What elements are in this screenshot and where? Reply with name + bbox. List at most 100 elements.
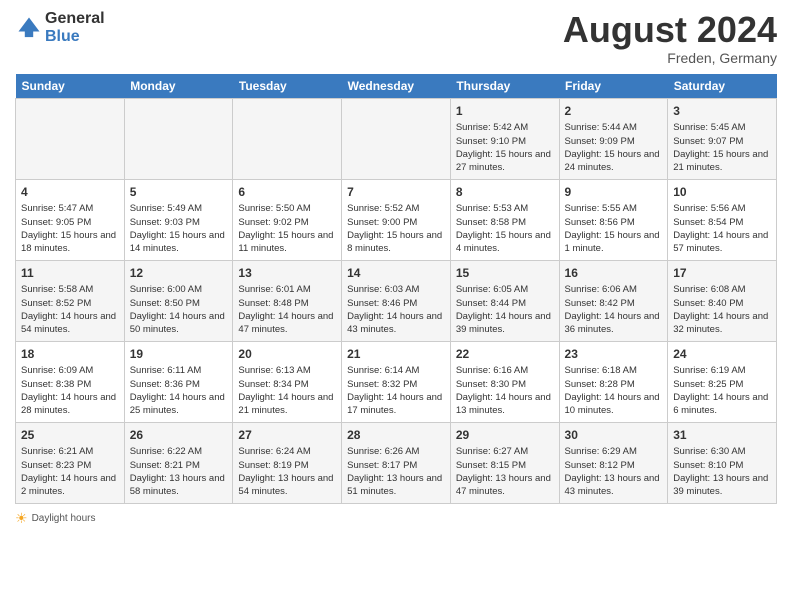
cell-text: Sunset: 8:21 PM — [130, 459, 228, 472]
footer: ☀ Daylight hours — [15, 510, 777, 527]
cell-text: Sunset: 8:23 PM — [21, 459, 119, 472]
cell-text: Sunrise: 5:52 AM — [347, 202, 445, 215]
cell-text: Sunrise: 6:01 AM — [238, 283, 336, 296]
day-number: 19 — [130, 346, 228, 363]
cell-text: Sunrise: 5:50 AM — [238, 202, 336, 215]
calendar-cell: 12Sunrise: 6:00 AMSunset: 8:50 PMDayligh… — [124, 260, 233, 341]
cell-text: Sunset: 9:10 PM — [456, 135, 554, 148]
cell-text: Daylight: 14 hours and 57 minutes. — [673, 229, 771, 256]
cell-text: Sunrise: 6:13 AM — [238, 364, 336, 377]
sun-icon: ☀ — [15, 510, 28, 527]
day-number: 27 — [238, 427, 336, 444]
day-number: 14 — [347, 265, 445, 282]
cell-text: Sunrise: 5:47 AM — [21, 202, 119, 215]
cell-text: Sunset: 8:38 PM — [21, 378, 119, 391]
calendar-cell: 7Sunrise: 5:52 AMSunset: 9:00 PMDaylight… — [342, 179, 451, 260]
cell-text: Daylight: 15 hours and 18 minutes. — [21, 229, 119, 256]
day-number: 24 — [673, 346, 771, 363]
calendar-cell: 11Sunrise: 5:58 AMSunset: 8:52 PMDayligh… — [16, 260, 125, 341]
cell-text: Sunset: 8:52 PM — [21, 297, 119, 310]
calendar-cell: 10Sunrise: 5:56 AMSunset: 8:54 PMDayligh… — [668, 179, 777, 260]
cell-text: Daylight: 15 hours and 24 minutes. — [565, 148, 663, 175]
cell-text: Sunset: 8:42 PM — [565, 297, 663, 310]
cell-text: Sunrise: 6:09 AM — [21, 364, 119, 377]
cell-text: Sunset: 8:44 PM — [456, 297, 554, 310]
cell-text: Sunset: 8:32 PM — [347, 378, 445, 391]
calendar-cell: 18Sunrise: 6:09 AMSunset: 8:38 PMDayligh… — [16, 341, 125, 422]
cell-text: Sunset: 8:19 PM — [238, 459, 336, 472]
day-number: 13 — [238, 265, 336, 282]
day-number: 3 — [673, 103, 771, 120]
cell-text: Sunrise: 6:14 AM — [347, 364, 445, 377]
day-number: 1 — [456, 103, 554, 120]
calendar-cell: 8Sunrise: 5:53 AMSunset: 8:58 PMDaylight… — [450, 179, 559, 260]
col-saturday: Saturday — [668, 74, 777, 99]
calendar-cell: 22Sunrise: 6:16 AMSunset: 8:30 PMDayligh… — [450, 341, 559, 422]
logo-general: General — [45, 10, 105, 28]
cell-text: Sunset: 8:15 PM — [456, 459, 554, 472]
calendar-cell: 9Sunrise: 5:55 AMSunset: 8:56 PMDaylight… — [559, 179, 668, 260]
calendar-cell: 21Sunrise: 6:14 AMSunset: 8:32 PMDayligh… — [342, 341, 451, 422]
cell-text: Sunset: 9:07 PM — [673, 135, 771, 148]
col-wednesday: Wednesday — [342, 74, 451, 99]
cell-text: Sunrise: 6:03 AM — [347, 283, 445, 296]
logo-blue: Blue — [45, 28, 105, 46]
cell-text: Sunrise: 6:29 AM — [565, 445, 663, 458]
cell-text: Daylight: 14 hours and 17 minutes. — [347, 391, 445, 418]
cell-text: Sunrise: 6:05 AM — [456, 283, 554, 296]
day-number: 26 — [130, 427, 228, 444]
calendar-cell: 20Sunrise: 6:13 AMSunset: 8:34 PMDayligh… — [233, 341, 342, 422]
calendar-cell: 5Sunrise: 5:49 AMSunset: 9:03 PMDaylight… — [124, 179, 233, 260]
cell-text: Sunrise: 6:18 AM — [565, 364, 663, 377]
calendar-cell: 24Sunrise: 6:19 AMSunset: 8:25 PMDayligh… — [668, 341, 777, 422]
cell-text: Sunrise: 6:11 AM — [130, 364, 228, 377]
cell-text: Daylight: 13 hours and 47 minutes. — [456, 472, 554, 499]
calendar-cell — [342, 98, 451, 179]
day-number: 30 — [565, 427, 663, 444]
cell-text: Sunrise: 5:55 AM — [565, 202, 663, 215]
cell-text: Daylight: 15 hours and 8 minutes. — [347, 229, 445, 256]
footer-text: Daylight hours — [32, 513, 96, 524]
cell-text: Daylight: 15 hours and 21 minutes. — [673, 148, 771, 175]
calendar-cell: 16Sunrise: 6:06 AMSunset: 8:42 PMDayligh… — [559, 260, 668, 341]
day-number: 23 — [565, 346, 663, 363]
day-number: 28 — [347, 427, 445, 444]
day-number: 6 — [238, 184, 336, 201]
cell-text: Sunrise: 5:49 AM — [130, 202, 228, 215]
cell-text: Sunrise: 6:06 AM — [565, 283, 663, 296]
cell-text: Daylight: 14 hours and 47 minutes. — [238, 310, 336, 337]
week-row-3: 11Sunrise: 5:58 AMSunset: 8:52 PMDayligh… — [16, 260, 777, 341]
cell-text: Sunset: 8:58 PM — [456, 216, 554, 229]
day-number: 8 — [456, 184, 554, 201]
cell-text: Sunrise: 6:30 AM — [673, 445, 771, 458]
day-number: 31 — [673, 427, 771, 444]
cell-text: Sunset: 8:46 PM — [347, 297, 445, 310]
cell-text: Sunrise: 6:00 AM — [130, 283, 228, 296]
cell-text: Daylight: 13 hours and 39 minutes. — [673, 472, 771, 499]
cell-text: Daylight: 15 hours and 11 minutes. — [238, 229, 336, 256]
cell-text: Sunset: 8:30 PM — [456, 378, 554, 391]
col-friday: Friday — [559, 74, 668, 99]
cell-text: Daylight: 14 hours and 2 minutes. — [21, 472, 119, 499]
day-number: 11 — [21, 265, 119, 282]
cell-text: Daylight: 13 hours and 58 minutes. — [130, 472, 228, 499]
calendar-cell: 30Sunrise: 6:29 AMSunset: 8:12 PMDayligh… — [559, 422, 668, 503]
cell-text: Sunrise: 5:44 AM — [565, 121, 663, 134]
col-thursday: Thursday — [450, 74, 559, 99]
calendar-cell — [16, 98, 125, 179]
cell-text: Sunset: 9:05 PM — [21, 216, 119, 229]
cell-text: Sunset: 9:03 PM — [130, 216, 228, 229]
calendar-cell: 25Sunrise: 6:21 AMSunset: 8:23 PMDayligh… — [16, 422, 125, 503]
cell-text: Daylight: 13 hours and 51 minutes. — [347, 472, 445, 499]
calendar-cell: 3Sunrise: 5:45 AMSunset: 9:07 PMDaylight… — [668, 98, 777, 179]
cell-text: Sunrise: 5:53 AM — [456, 202, 554, 215]
day-number: 25 — [21, 427, 119, 444]
calendar-cell: 27Sunrise: 6:24 AMSunset: 8:19 PMDayligh… — [233, 422, 342, 503]
day-number: 7 — [347, 184, 445, 201]
cell-text: Daylight: 14 hours and 13 minutes. — [456, 391, 554, 418]
cell-text: Daylight: 14 hours and 28 minutes. — [21, 391, 119, 418]
calendar-cell: 14Sunrise: 6:03 AMSunset: 8:46 PMDayligh… — [342, 260, 451, 341]
cell-text: Daylight: 13 hours and 54 minutes. — [238, 472, 336, 499]
cell-text: Daylight: 14 hours and 54 minutes. — [21, 310, 119, 337]
calendar-cell: 28Sunrise: 6:26 AMSunset: 8:17 PMDayligh… — [342, 422, 451, 503]
